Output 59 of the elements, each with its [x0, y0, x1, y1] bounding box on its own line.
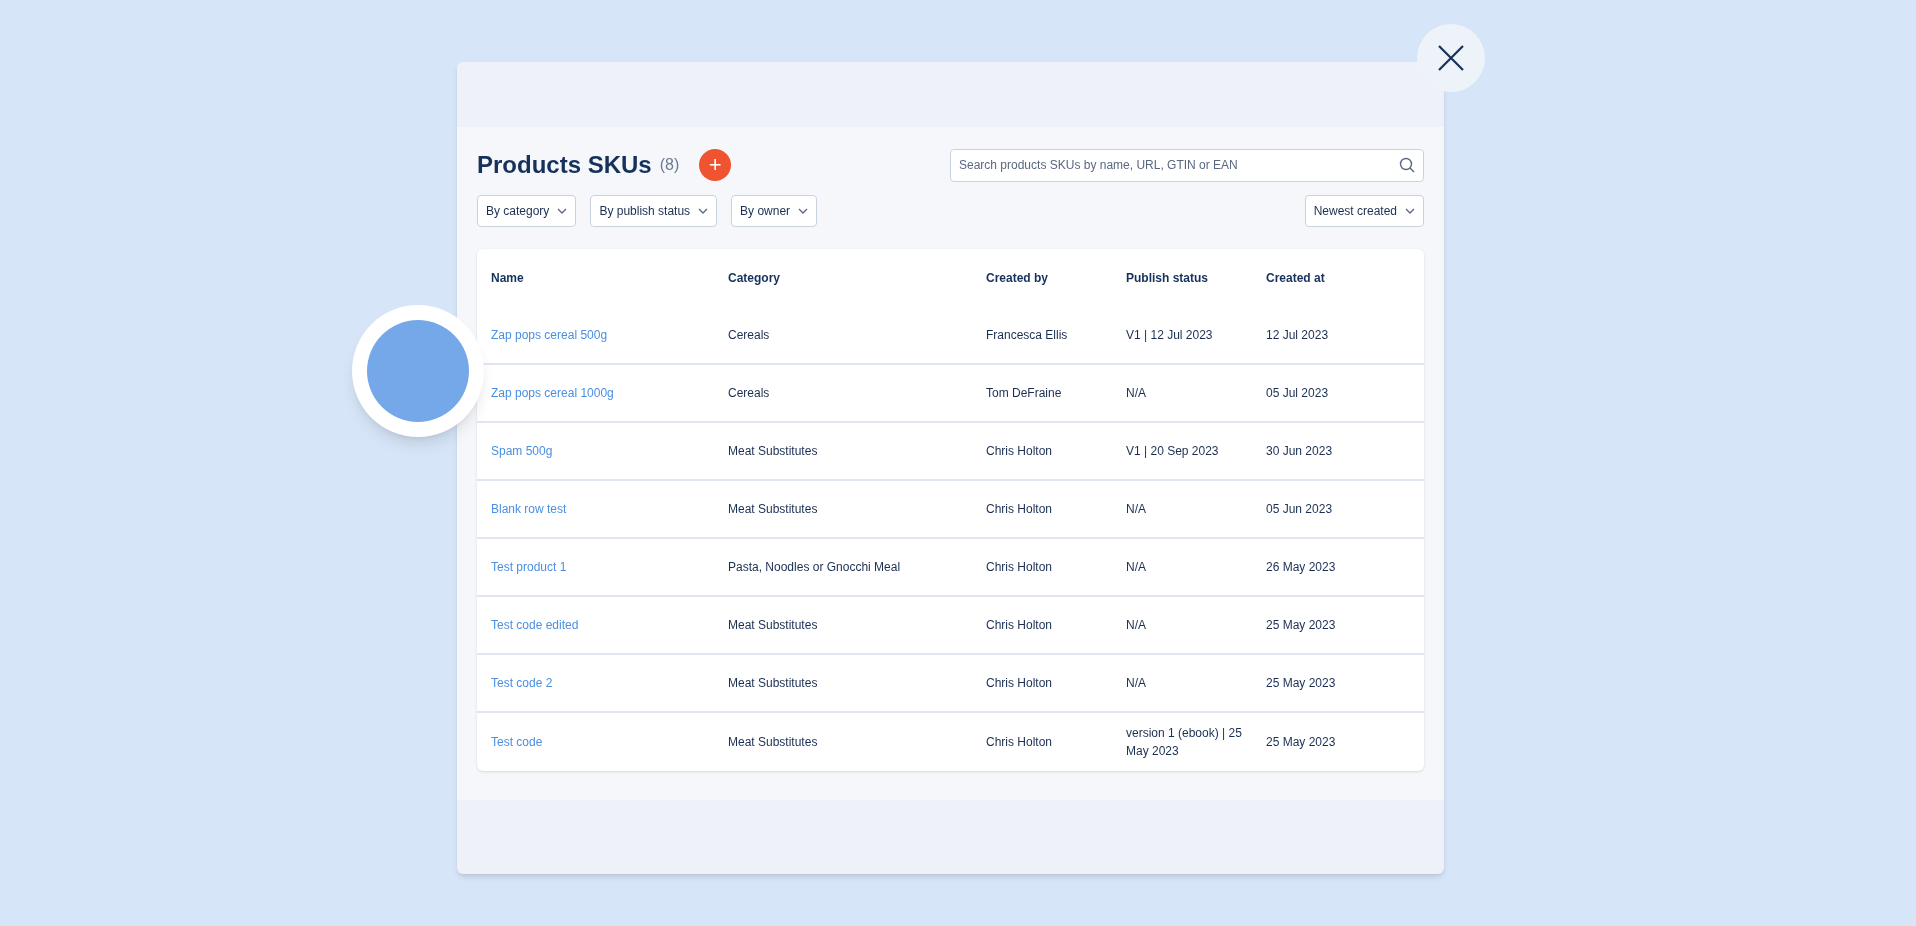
product-link[interactable]: Zap pops cereal 500g	[491, 326, 608, 344]
filter-dropdown[interactable]: By publish status	[590, 195, 718, 227]
page-title: Products SKUs	[477, 150, 652, 180]
table-cell-text: N/A	[1126, 559, 1147, 576]
item-count: (8)	[659, 155, 680, 175]
table-cell-text: Meat Substitutes	[728, 734, 819, 751]
table-cell-text: Tom DeFraine	[986, 385, 1063, 402]
search-field[interactable]: Search products SKUs by name, URL, GTIN or EAN	[950, 148, 1424, 182]
table-cell-text: Cereals	[728, 385, 771, 402]
table-cell-text: 30 Jun 2023	[1266, 443, 1334, 460]
column-header: Created by	[986, 270, 1049, 287]
product-link[interactable]: Test code	[491, 733, 543, 751]
table-cell-text: Cereals	[728, 327, 771, 344]
table-cell-text: Chris Holton	[986, 501, 1054, 518]
product-link[interactable]: Blank row test	[491, 500, 567, 518]
table-cell-text: Chris Holton	[986, 734, 1054, 751]
add-button[interactable]: +	[699, 149, 732, 181]
table-cell-text: Pasta, Noodles or Gnocchi Meal	[728, 559, 902, 576]
table-cell-text: N/A	[1126, 675, 1147, 692]
table-cell-text: 25 May 2023	[1266, 617, 1337, 634]
column-header: Name	[491, 270, 524, 287]
chevron-down-icon	[798, 208, 809, 214]
filter-dropdown[interactable]: By owner	[731, 195, 818, 227]
table-cell-text: Chris Holton	[986, 675, 1054, 692]
column-header: Publish status	[1126, 270, 1208, 287]
product-link[interactable]: Test product 1	[491, 558, 567, 576]
filter-dropdown[interactable]: By category	[477, 195, 577, 227]
search-icon	[1399, 156, 1415, 173]
chevron-down-icon	[698, 208, 709, 214]
table-cell-text: N/A	[1126, 501, 1147, 518]
table-cell-text: version 1 (ebook) | 25 May 2023	[1126, 725, 1243, 760]
table-cell-text: V1 | 20 Sep 2023	[1126, 443, 1220, 460]
table-cell-text: 12 Jul 2023	[1266, 327, 1330, 344]
column-header: Category	[728, 270, 780, 287]
table-cell-text: Chris Holton	[986, 617, 1054, 634]
table-cell-text: V1 | 12 Jul 2023	[1126, 327, 1214, 344]
product-link[interactable]: Zap pops cereal 1000g	[491, 384, 614, 402]
table-cell-text: Chris Holton	[986, 559, 1054, 576]
table-cell-text: 26 May 2023	[1266, 559, 1337, 576]
product-link[interactable]: Test code edited	[491, 616, 579, 634]
table-cell-text: Francesca Ellis	[986, 327, 1069, 344]
product-link[interactable]: Spam 500g	[491, 442, 553, 460]
table-cell-text: 05 Jul 2023	[1266, 385, 1330, 402]
table-cell-text: Meat Substitutes	[728, 675, 819, 692]
column-header: Created at	[1266, 270, 1325, 287]
table-cell-text: 05 Jun 2023	[1266, 501, 1334, 518]
chevron-down-icon	[557, 208, 568, 214]
table-cell-text: Meat Substitutes	[728, 501, 819, 518]
table-cell-text: 25 May 2023	[1266, 734, 1337, 751]
table-cell-text: Chris Holton	[986, 443, 1054, 460]
table-cell-text: Meat Substitutes	[728, 443, 819, 460]
table-cell-text: N/A	[1126, 385, 1147, 402]
sort-dropdown[interactable]: Newest created	[1304, 195, 1424, 227]
table-cell-text: Meat Substitutes	[728, 617, 819, 634]
chevron-down-icon	[1405, 208, 1415, 214]
table-cell-text: N/A	[1126, 617, 1147, 634]
close-icon	[1437, 44, 1465, 72]
table-cell-text: 25 May 2023	[1266, 675, 1337, 692]
product-link[interactable]: Test code 2	[491, 674, 553, 692]
